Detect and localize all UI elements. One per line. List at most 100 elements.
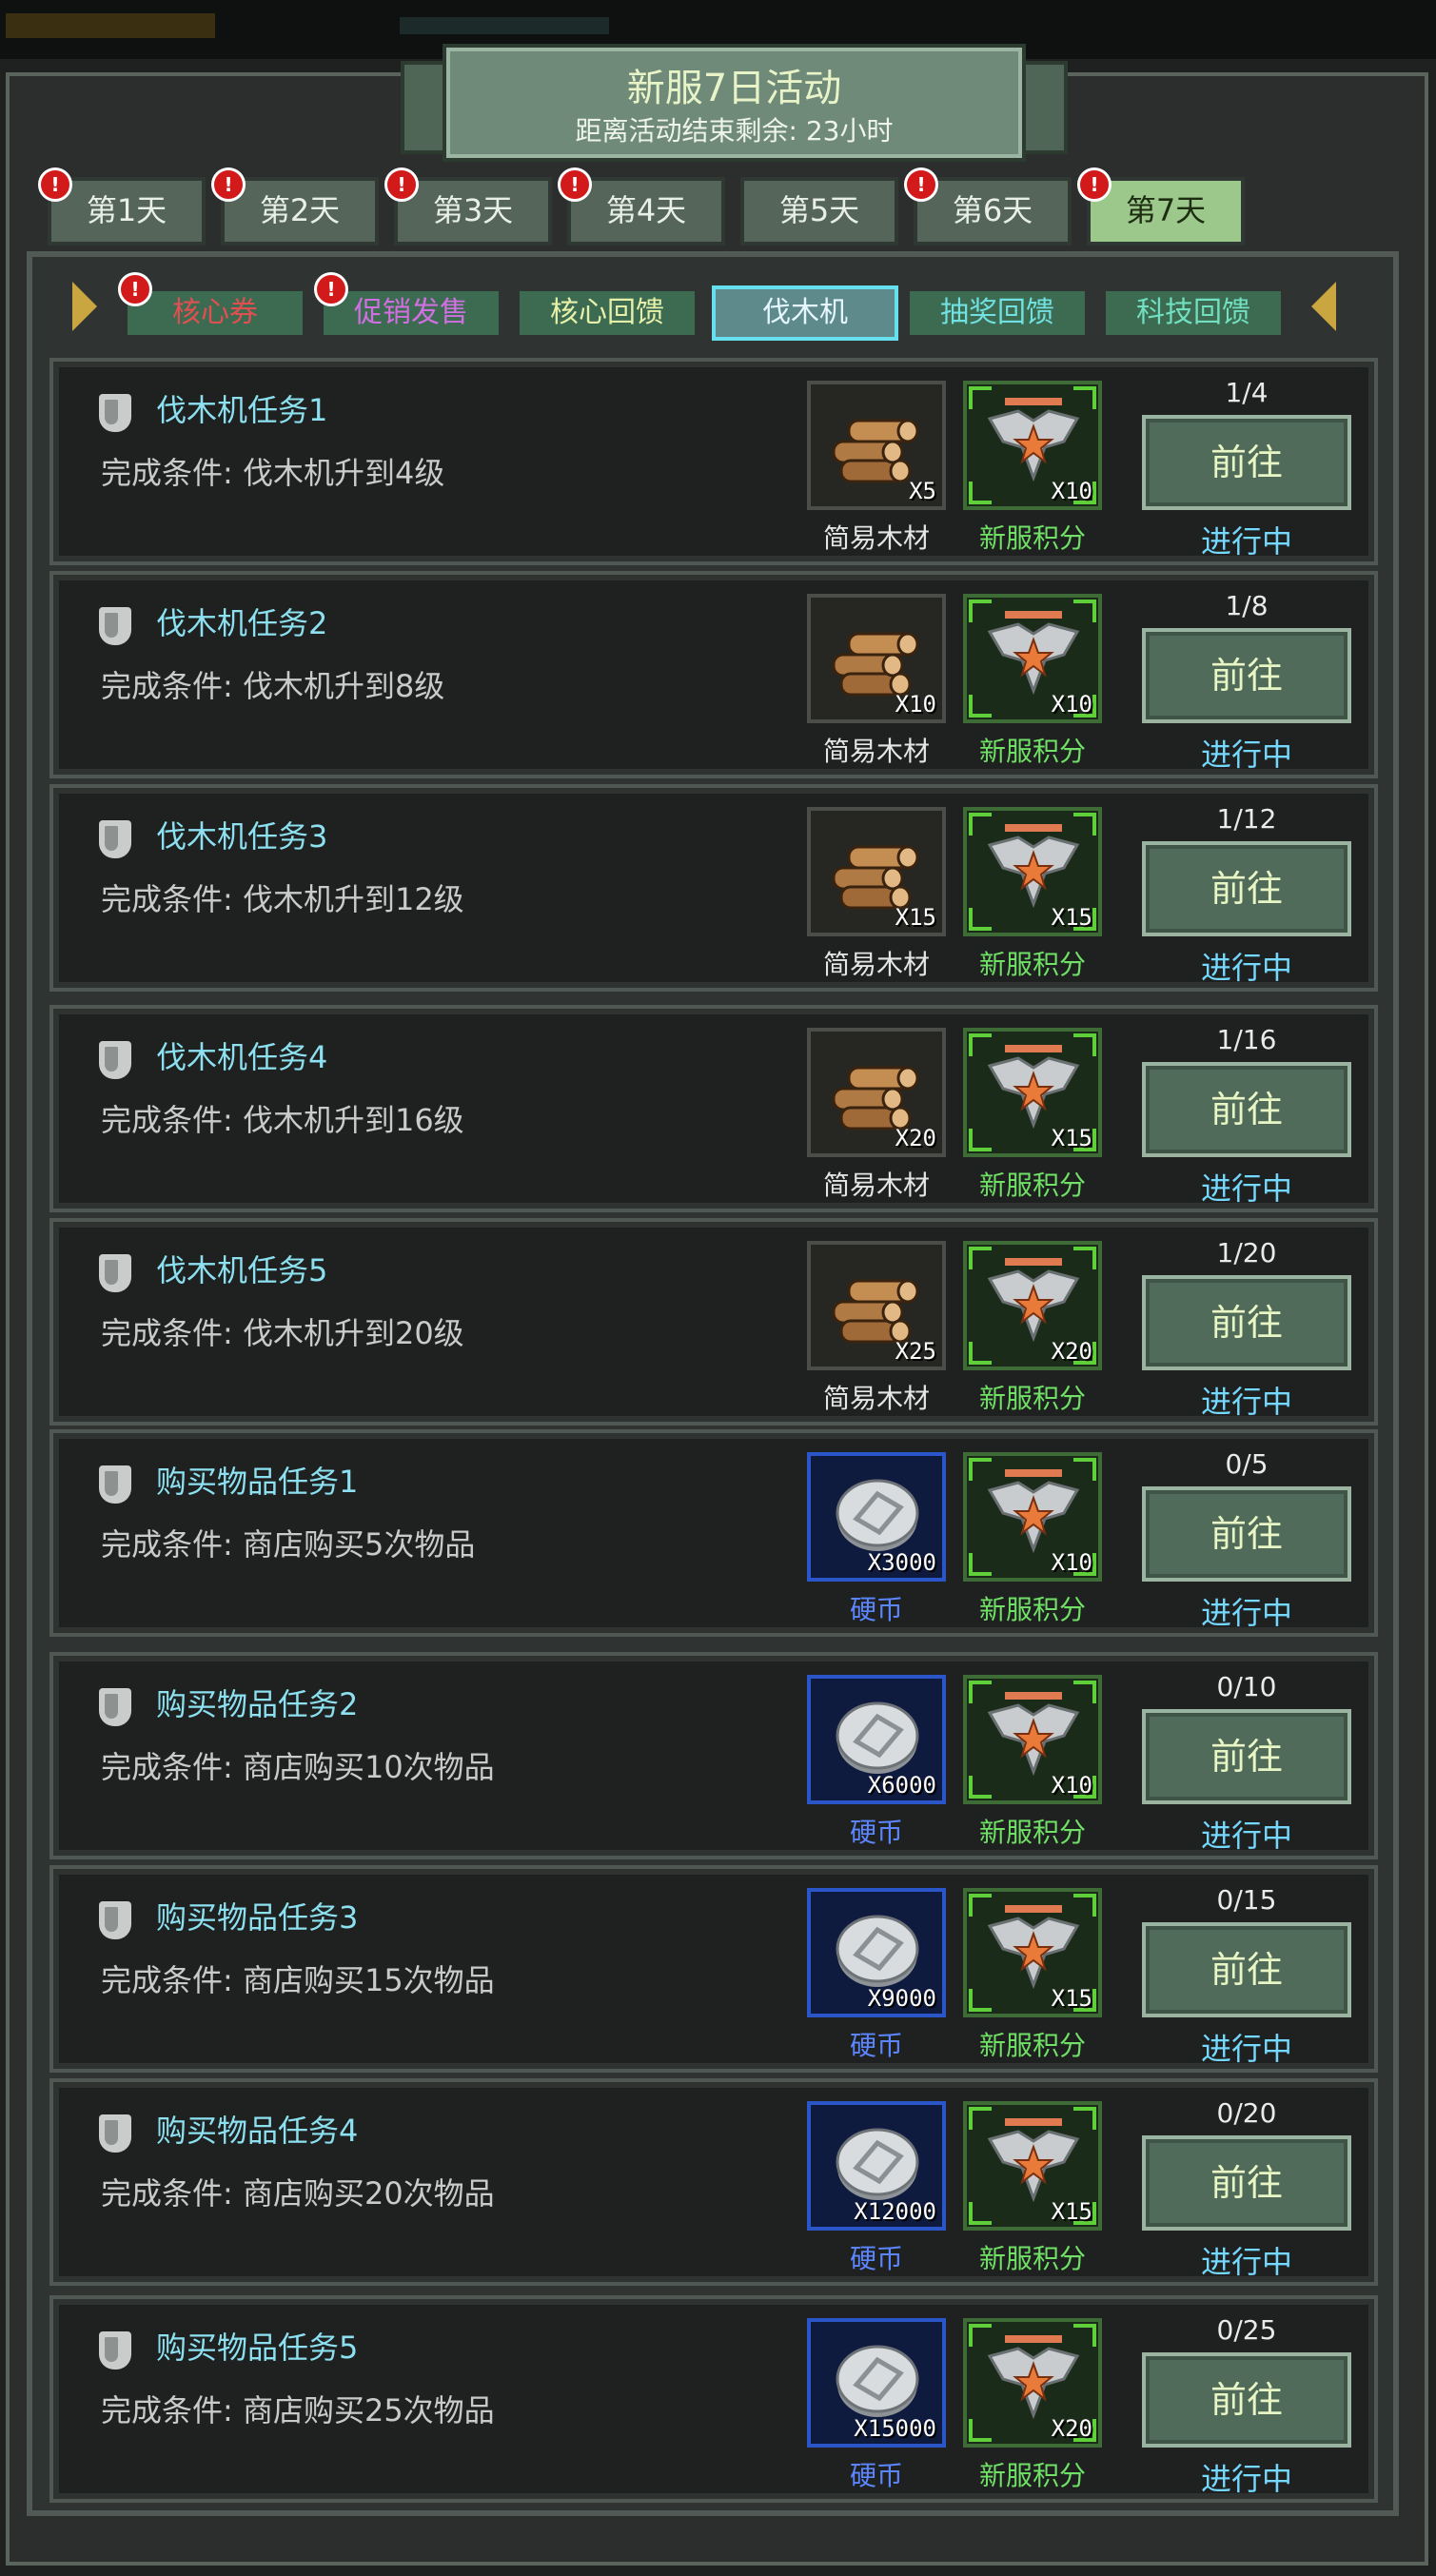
- wood-icon: [828, 1045, 927, 1136]
- badge-reward-icon[interactable]: X10: [963, 1452, 1102, 1582]
- task-status: 进行中: [1200, 1384, 1292, 1420]
- wood-reward-icon[interactable]: X5: [807, 381, 946, 510]
- task-status: 进行中: [1200, 737, 1292, 773]
- badge-reward-icon[interactable]: X20: [963, 1241, 1102, 1370]
- go-button[interactable]: 前往: [1142, 2352, 1351, 2448]
- reward-label: 新服积分: [978, 1170, 1086, 1201]
- badge-reward-icon[interactable]: X20: [963, 2318, 1102, 2448]
- badge-reward-icon[interactable]: X10: [963, 594, 1102, 723]
- task-name: 伐木机任务5: [156, 1252, 328, 1288]
- wood-reward-icon[interactable]: X15: [807, 807, 946, 936]
- server-points-icon: [984, 1905, 1083, 1996]
- task-card: 购买物品任务2 完成条件: 商店购买10次物品 X6000 硬币 X10 新服积分 0/10…: [49, 1652, 1378, 1859]
- task-progress: 0/10: [1216, 1671, 1277, 1702]
- badge-reward-icon[interactable]: X10: [963, 381, 1102, 510]
- wood-reward-icon[interactable]: X20: [807, 1028, 946, 1157]
- reward-quantity: X20: [1051, 2415, 1092, 2442]
- reward-label: 简易木材: [822, 949, 930, 980]
- alert-icon: !: [558, 167, 592, 202]
- task-progress: 1/12: [1216, 803, 1277, 835]
- alert-icon: !: [384, 167, 419, 202]
- coin-icon: [828, 2118, 927, 2210]
- task-name: 伐木机任务4: [156, 1039, 328, 1075]
- frame-corner: [1073, 1247, 1096, 1269]
- subtab-6[interactable]: 科技回馈: [1106, 291, 1281, 335]
- frame-corner: [969, 1129, 992, 1151]
- coin-reward-icon[interactable]: X12000: [807, 2101, 946, 2231]
- wood-icon: [828, 398, 927, 489]
- reward-quantity: X10: [1051, 1549, 1092, 1576]
- reward-label: 新服积分: [978, 2460, 1086, 2491]
- task-name: 购买物品任务5: [156, 2330, 359, 2366]
- frame-corner: [969, 386, 992, 409]
- arrow-right-icon[interactable]: [1311, 282, 1336, 331]
- go-button[interactable]: 前往: [1142, 1709, 1351, 1804]
- wood-reward-icon[interactable]: X10: [807, 594, 946, 723]
- go-button[interactable]: 前往: [1142, 2135, 1351, 2231]
- badge-reward-icon[interactable]: X15: [963, 807, 1102, 936]
- task-condition: 完成条件: 伐木机升到4级: [101, 455, 445, 491]
- shield-icon: [99, 1465, 131, 1504]
- badge-reward-icon[interactable]: X15: [963, 1028, 1102, 1157]
- reward-label: 简易木材: [822, 522, 930, 554]
- frame-corner: [969, 1894, 992, 1917]
- subtab-3[interactable]: 核心回馈: [520, 291, 695, 335]
- shield-icon: [99, 820, 131, 858]
- reward-label: 简易木材: [822, 1383, 930, 1414]
- task-progress: 1/8: [1225, 590, 1269, 621]
- subtab-4[interactable]: 伐木机: [712, 285, 898, 341]
- server-points-icon: [984, 398, 1083, 489]
- reward-label: 简易木材: [822, 736, 930, 767]
- reward-label: 硬币: [849, 1817, 903, 1848]
- badge-reward-icon[interactable]: X15: [963, 2101, 1102, 2231]
- alert-icon: !: [38, 167, 72, 202]
- wood-icon: [828, 611, 927, 702]
- task-card: 伐木机任务1 完成条件: 伐木机升到4级 X5 简易木材 X10 新服积分 1/4 前往 进行中: [49, 358, 1378, 565]
- shield-icon: [99, 1901, 131, 1939]
- go-button[interactable]: 前往: [1142, 841, 1351, 936]
- go-button[interactable]: 前往: [1142, 1062, 1351, 1157]
- go-button[interactable]: 前往: [1142, 628, 1351, 723]
- experience-bar: [400, 17, 609, 34]
- task-card: 伐木机任务2 完成条件: 伐木机升到8级 X10 简易木材 X10 新服积分 1/8 前往 进行…: [49, 571, 1378, 778]
- wood-icon: [828, 1258, 927, 1349]
- reward-quantity: X12000: [854, 2198, 936, 2225]
- coin-reward-icon[interactable]: X15000: [807, 2318, 946, 2448]
- coin-reward-icon[interactable]: X9000: [807, 1888, 946, 2017]
- frame-corner: [1073, 1458, 1096, 1481]
- wood-reward-icon[interactable]: X25: [807, 1241, 946, 1370]
- subtab-1[interactable]: 核心券: [128, 291, 303, 335]
- task-status: 进行中: [1200, 2461, 1292, 2497]
- go-button[interactable]: 前往: [1142, 415, 1351, 510]
- coin-reward-icon[interactable]: X3000: [807, 1452, 946, 1582]
- badge-reward-icon[interactable]: X15: [963, 1888, 1102, 2017]
- reward-label: 新服积分: [978, 522, 1086, 554]
- reward-quantity: X20: [1051, 1338, 1092, 1365]
- alert-icon: !: [118, 272, 152, 306]
- task-progress: 1/4: [1225, 377, 1269, 408]
- tab-day-5[interactable]: 第5天: [740, 177, 898, 246]
- reward-quantity: X10: [1051, 478, 1092, 504]
- task-condition: 完成条件: 商店购买10次物品: [101, 1749, 495, 1785]
- arrow-left-icon[interactable]: [72, 282, 97, 331]
- subtab-2[interactable]: 促销发售: [324, 291, 499, 335]
- task-status: 进行中: [1200, 1170, 1292, 1207]
- frame-corner: [969, 1681, 992, 1703]
- task-progress: 0/15: [1216, 1884, 1277, 1916]
- go-button[interactable]: 前往: [1142, 1275, 1351, 1370]
- server-points-icon: [984, 824, 1083, 915]
- go-button[interactable]: 前往: [1142, 1486, 1351, 1582]
- reward-quantity: X3000: [867, 1549, 936, 1576]
- subtab-5[interactable]: 抽奖回馈: [910, 291, 1085, 335]
- reward-quantity: X15000: [854, 2415, 936, 2442]
- task-condition: 完成条件: 伐木机升到20级: [101, 1315, 464, 1351]
- task-progress: 1/20: [1216, 1237, 1277, 1268]
- coin-reward-icon[interactable]: X6000: [807, 1675, 946, 1804]
- go-button[interactable]: 前往: [1142, 1922, 1351, 2017]
- badge-reward-icon[interactable]: X10: [963, 1675, 1102, 1804]
- task-status: 进行中: [1200, 2244, 1292, 2280]
- reward-quantity: X10: [1051, 1772, 1092, 1799]
- task-progress: 1/16: [1216, 1024, 1277, 1055]
- shield-icon: [99, 1688, 131, 1726]
- task-card: 伐木机任务5 完成条件: 伐木机升到20级 X25 简易木材 X20 新服积分 1/20 前往…: [49, 1218, 1378, 1426]
